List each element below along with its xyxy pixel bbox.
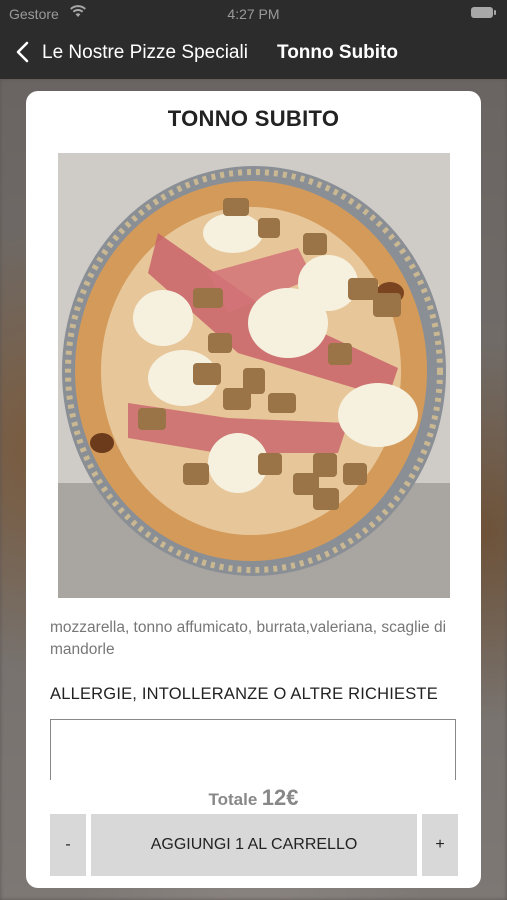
status-bar: Gestore 4:27 PM: [0, 0, 507, 28]
decrease-quantity-button[interactable]: -: [50, 814, 86, 876]
product-title: TONNO SUBITO: [167, 106, 340, 131]
product-card: TONNO SUBITO mozzarella, tonno affumicat…: [26, 91, 481, 888]
pizza-photo: [58, 153, 450, 598]
nav-title: Tonno Subito: [277, 42, 398, 63]
add-to-cart-button[interactable]: AGGIUNGI 1 AL CARRELLO: [91, 814, 417, 876]
navigation-bar: Le Nostre Pizze Speciali Tonno Subito: [0, 28, 507, 79]
requests-textarea[interactable]: [50, 719, 456, 780]
battery-icon: [471, 7, 496, 18]
requests-label: ALLERGIE, INTOLLERANZE O ALTRE RICHIESTE: [50, 685, 438, 703]
increase-quantity-button[interactable]: +: [422, 814, 458, 876]
clock: 4:27 PM: [227, 6, 280, 22]
back-button-label[interactable]: Le Nostre Pizze Speciali: [42, 42, 248, 64]
total-label: Totale: [208, 790, 258, 809]
total-row: Totale 12€: [26, 785, 481, 811]
total-value: 12€: [261, 785, 299, 810]
back-chevron-icon[interactable]: [14, 40, 32, 64]
product-description: mozzarella, tonno affumicato, burrata,va…: [50, 619, 447, 658]
